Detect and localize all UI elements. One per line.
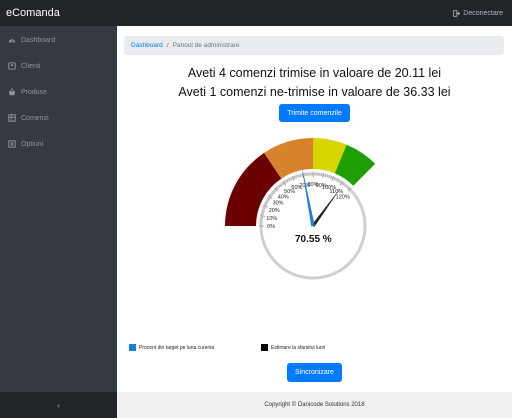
legend-item-current: Procent din target pe luna curenta	[129, 344, 214, 351]
top-navbar: eComanda Deconectare	[0, 0, 512, 26]
brand-logo[interactable]: eComanda	[6, 7, 60, 19]
gauge-tick-label: 30%	[273, 201, 284, 207]
breadcrumb-separator: /	[166, 42, 169, 49]
sidebar-item-dashboard[interactable]: Dashboard	[0, 27, 117, 53]
breadcrumb: Dashboard / Panoul de administrare	[124, 36, 504, 55]
gauge-tick-label: 20%	[269, 208, 280, 214]
sidebar-item-clienti[interactable]: Clienti	[0, 53, 117, 79]
orders-icon	[8, 114, 16, 122]
sent-orders-summary: Aveti 4 comenzi trimise in valoare de 20…	[187, 66, 442, 80]
sync-button[interactable]: Sincronizare	[287, 363, 342, 382]
footer-copyright: Copyright © Danicode Solutions 2018	[264, 402, 365, 408]
logout-icon	[453, 9, 461, 17]
dashboard-icon	[8, 39, 16, 43]
sidebar-item-comenzi[interactable]: Comenzi	[0, 105, 117, 131]
gauge-chart: 0%10%20%30%40%50%60%70%80%90%100%110%120…	[225, 138, 376, 281]
send-orders-button[interactable]: Trimite comenzile	[279, 104, 350, 122]
legend-swatch-current	[129, 344, 136, 351]
sidebar-collapse-button[interactable]: ‹	[0, 392, 117, 418]
sidebar-item-label: Comenzi	[21, 114, 49, 122]
gauge-tick-label: 0%	[267, 224, 275, 230]
logout-label: Deconectare	[463, 9, 503, 17]
unsent-orders-summary: Aveti 1 comenzi ne-trimise in valoare de…	[178, 85, 451, 99]
clients-icon	[8, 62, 16, 70]
chevron-left-icon: ‹	[57, 400, 60, 410]
legend-label: Estimare la sfarsitul lunii	[271, 344, 325, 351]
gauge-value-label: 70.55 %	[295, 234, 332, 245]
breadcrumb-dashboard-link[interactable]: Dashboard	[131, 42, 163, 49]
sidebar-item-optiuni[interactable]: Optiuni	[0, 131, 117, 157]
legend-swatch-estimate	[261, 344, 268, 351]
gauge-tick-label: 40%	[278, 194, 289, 200]
main-content: Dashboard / Panoul de administrare Aveti…	[117, 26, 512, 418]
breadcrumb-current: Panoul de administrare	[172, 42, 240, 49]
gauge-tick-label: 10%	[266, 216, 277, 222]
sidebar-item-produse[interactable]: Produse	[0, 79, 117, 105]
footer: Copyright © Danicode Solutions 2018	[117, 392, 512, 418]
sidebar-item-label: Clienti	[21, 62, 41, 70]
sidebar: Dashboard Clienti Produse Comenzi Optiun…	[0, 26, 117, 418]
sidebar-item-label: Dashboard	[21, 36, 56, 44]
options-icon	[8, 140, 16, 148]
sidebar-item-label: Produse	[21, 88, 48, 96]
legend-item-estimate: Estimare la sfarsitul lunii	[261, 344, 325, 351]
sidebar-item-label: Optiuni	[21, 140, 44, 148]
legend-label: Procent din target pe luna curenta	[139, 344, 215, 351]
logout-link[interactable]: Deconectare	[453, 10, 503, 17]
products-icon	[8, 88, 16, 96]
gauge-tick-label: 120%	[336, 194, 350, 200]
